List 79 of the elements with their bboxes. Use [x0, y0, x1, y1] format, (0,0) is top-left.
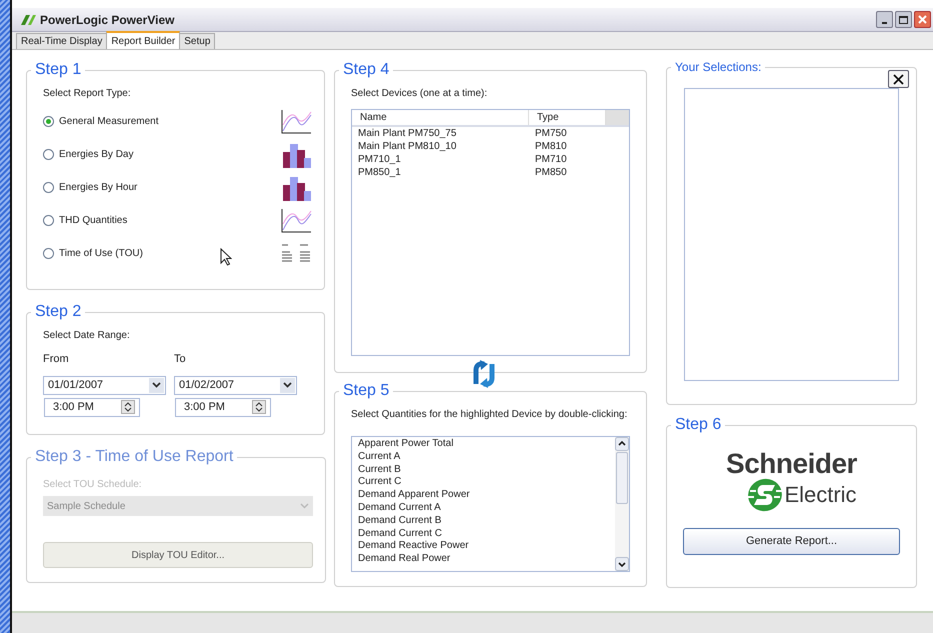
section-title: Step 1 [34, 60, 82, 80]
caret-icon [152, 382, 161, 388]
time-spinner[interactable]: 3:00 PM [44, 398, 140, 416]
radio-option[interactable]: THD Quantities [43, 213, 128, 228]
field-label: To [174, 352, 187, 367]
quantity-item[interactable]: Demand Current B [352, 514, 615, 528]
tab[interactable]: Setup [179, 33, 216, 49]
bar-chart-icon [282, 142, 312, 168]
device-list[interactable]: Name Type Main Plant PM750_75 PM750 Main Plant PM810_10 PM810 PM710_1 PM710 PM850_1 PM850 [351, 109, 630, 356]
time-spinner[interactable]: 3:00 PM [175, 398, 271, 416]
quantity-item[interactable]: Demand Reactive Power [352, 540, 615, 554]
field-label: Select Report Type: [42, 87, 132, 101]
device-row[interactable]: Main Plant PM750_75 PM750 [352, 127, 629, 140]
window-title: PowerLogic PowerView [40, 12, 174, 28]
dropdown-button[interactable] [149, 378, 164, 392]
field-label: Select Date Range: [42, 329, 131, 343]
section-title: Step 5 [342, 381, 390, 401]
maximize-icon [899, 16, 908, 24]
quantity-item[interactable]: Apparent Power Total [352, 438, 615, 451]
quantity-item[interactable]: Demand Current A [352, 502, 615, 515]
quantity-item[interactable]: Current C [352, 476, 615, 490]
minimize-button[interactable] [876, 11, 893, 28]
section-title: Step 3 - Time of Use Report [34, 447, 234, 467]
close-icon [893, 74, 904, 84]
device-row[interactable]: Main Plant PM810_10 PM810 [352, 140, 629, 153]
maximize-button[interactable] [895, 11, 912, 28]
radio-option[interactable]: Energies By Day [43, 147, 134, 162]
spinner-arrows-icon[interactable] [121, 400, 135, 414]
spinner-arrows-icon[interactable] [252, 400, 266, 414]
field-label: From [43, 352, 70, 367]
scroll-up-icon[interactable] [615, 437, 629, 451]
quantity-item[interactable]: Current A [352, 450, 615, 464]
quantity-item[interactable]: Demand Apparent Power [352, 489, 615, 502]
column-header[interactable]: Name [352, 110, 529, 125]
close-button[interactable] [888, 70, 909, 88]
quantity-item[interactable]: Demand Real Power [352, 553, 615, 566]
section-title: Step 2 [34, 302, 82, 322]
section-title: Step 6 [674, 415, 722, 435]
generate-report-button[interactable]: Generate Report... [683, 528, 900, 555]
line-chart-icon [280, 108, 312, 134]
field-label: Select TOU Schedule: [42, 478, 143, 492]
field-label: Select Quantities for the highlighted Device by double-clicking: [350, 408, 628, 422]
device-row[interactable]: PM850_1 PM850 [352, 166, 629, 179]
logo-text: Electric [784, 483, 857, 507]
radio-option[interactable]: General Measurement [43, 114, 158, 129]
header-filler [606, 110, 629, 125]
radio-button[interactable] [43, 149, 54, 160]
close-icon [918, 15, 927, 24]
line-chart-icon [280, 208, 312, 234]
close-button[interactable] [914, 11, 931, 28]
mouse-pointer-icon [220, 248, 232, 266]
caret-icon [283, 382, 292, 388]
quantity-item[interactable]: Demand Current C [352, 528, 615, 540]
dropdown-button[interactable] [280, 378, 295, 392]
quantity-list[interactable]: Apparent Power Total Current A Current B Current C Demand Apparent Power Demand Current A Demand Current B Demand Current C Demand Reactive Power Demand Real Power [351, 436, 630, 572]
caret-icon [300, 503, 309, 509]
date-dropdown[interactable]: 01/01/2007 [43, 376, 166, 394]
minimize-icon [882, 22, 887, 24]
section-title: Step 4 [342, 60, 390, 80]
field-label: Select Devices (one at a time): [350, 87, 488, 101]
radio-button[interactable] [43, 116, 54, 127]
section-title: Your Selections: [674, 59, 762, 76]
radio-button[interactable] [43, 215, 54, 226]
radio-option[interactable]: Energies By Hour [43, 180, 138, 195]
bar-chart-icon [282, 174, 312, 200]
scroll-down-icon[interactable] [615, 557, 629, 571]
radio-option[interactable]: Time of Use (TOU) [43, 246, 143, 261]
date-dropdown[interactable]: 01/02/2007 [174, 376, 297, 394]
quantity-item[interactable]: Current B [352, 464, 615, 476]
scroll-thumb[interactable] [616, 452, 628, 504]
app-logo-icon [20, 14, 36, 26]
tab[interactable]: Real-Time Display [16, 33, 108, 49]
logo-mark-icon [746, 477, 784, 513]
device-row[interactable]: PM710_1 PM710 [352, 153, 629, 166]
radio-button[interactable] [43, 248, 54, 259]
radio-button[interactable] [43, 182, 54, 193]
tab[interactable]: Report Builder [106, 31, 180, 49]
logo-text: Schneider [726, 449, 857, 479]
scrollbar[interactable] [615, 437, 629, 571]
